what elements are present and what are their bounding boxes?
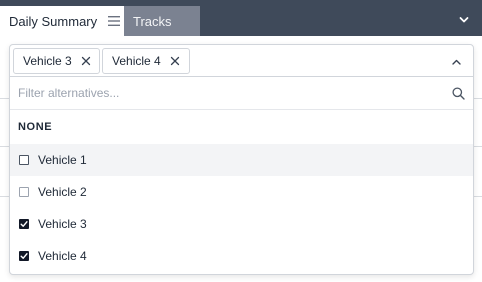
option-vehicle-1[interactable]: Vehicle 1 xyxy=(10,144,473,176)
option-label: Vehicle 3 xyxy=(38,217,87,231)
tab-bar: Daily Summary Tracks xyxy=(0,0,482,36)
tab-label: Tracks xyxy=(133,13,172,29)
close-icon[interactable] xyxy=(170,56,180,66)
check-icon xyxy=(20,253,28,259)
chevron-up-icon[interactable] xyxy=(451,55,462,66)
checkbox-checked[interactable] xyxy=(19,219,29,229)
menu-icon[interactable] xyxy=(107,15,120,28)
checkbox[interactable] xyxy=(19,155,29,165)
option-vehicle-2[interactable]: Vehicle 2 xyxy=(10,176,473,208)
app-root: Daily Summary Tracks Vehicle 3 Vehicle 4… xyxy=(0,0,482,282)
checkbox-checked[interactable] xyxy=(19,251,29,261)
chip-label: Vehicle 3 xyxy=(23,54,72,68)
option-vehicle-3[interactable]: Vehicle 3 xyxy=(10,208,473,240)
chevron-down-icon[interactable] xyxy=(458,13,470,25)
close-icon[interactable] xyxy=(81,56,91,66)
chip-vehicle-3: Vehicle 3 xyxy=(13,48,100,74)
filter-row xyxy=(10,77,473,110)
chip-vehicle-4: Vehicle 4 xyxy=(102,48,190,74)
chip-label: Vehicle 4 xyxy=(112,54,161,68)
check-icon xyxy=(20,221,28,227)
option-label: Vehicle 4 xyxy=(38,249,87,263)
option-vehicle-4[interactable]: Vehicle 4 xyxy=(10,240,473,272)
option-label: Vehicle 1 xyxy=(38,153,87,167)
checkbox[interactable] xyxy=(19,187,29,197)
search-icon xyxy=(452,87,465,100)
tab-label: Daily Summary xyxy=(9,13,98,29)
tab-tracks[interactable]: Tracks xyxy=(124,6,200,36)
option-label: Vehicle 2 xyxy=(38,185,87,199)
tab-daily-summary[interactable]: Daily Summary xyxy=(0,6,124,36)
multiselect-header[interactable]: Vehicle 3 Vehicle 4 xyxy=(10,45,473,77)
vehicle-multiselect-dropdown: Vehicle 3 Vehicle 4 Filter alternatives.… xyxy=(9,44,474,275)
filter-input[interactable] xyxy=(18,83,438,103)
none-option[interactable]: NONE xyxy=(10,110,473,145)
none-option-label: NONE xyxy=(18,121,53,133)
